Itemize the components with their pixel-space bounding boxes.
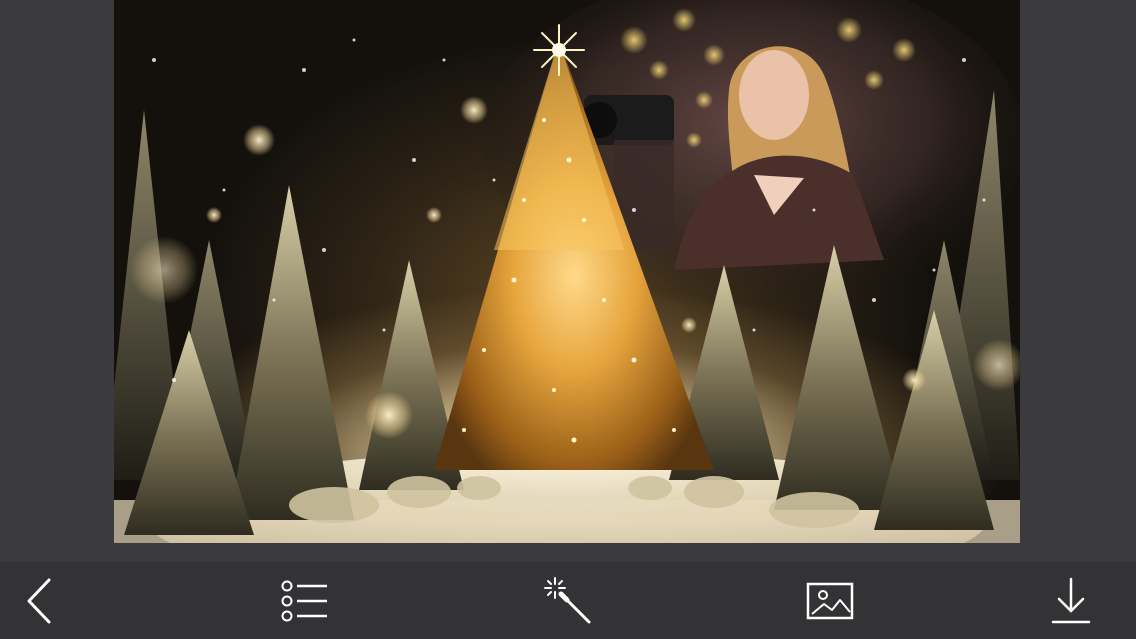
chevron-left-icon [27,578,51,623]
back-button[interactable] [0,562,80,639]
effects-button[interactable] [528,562,608,639]
workspace [0,0,1136,562]
photo-frame-editor [0,0,1136,639]
christmas-scene-image [114,0,1020,543]
framed-photo[interactable] [114,0,1020,543]
list-icon [281,580,327,621]
image-icon [806,582,854,619]
download-icon [1051,577,1091,623]
frames-list-button[interactable] [265,562,345,639]
magic-wand-icon [544,576,591,623]
bottom-toolbar [0,562,1136,639]
gallery-button[interactable] [790,562,870,639]
download-button[interactable] [1031,562,1111,639]
